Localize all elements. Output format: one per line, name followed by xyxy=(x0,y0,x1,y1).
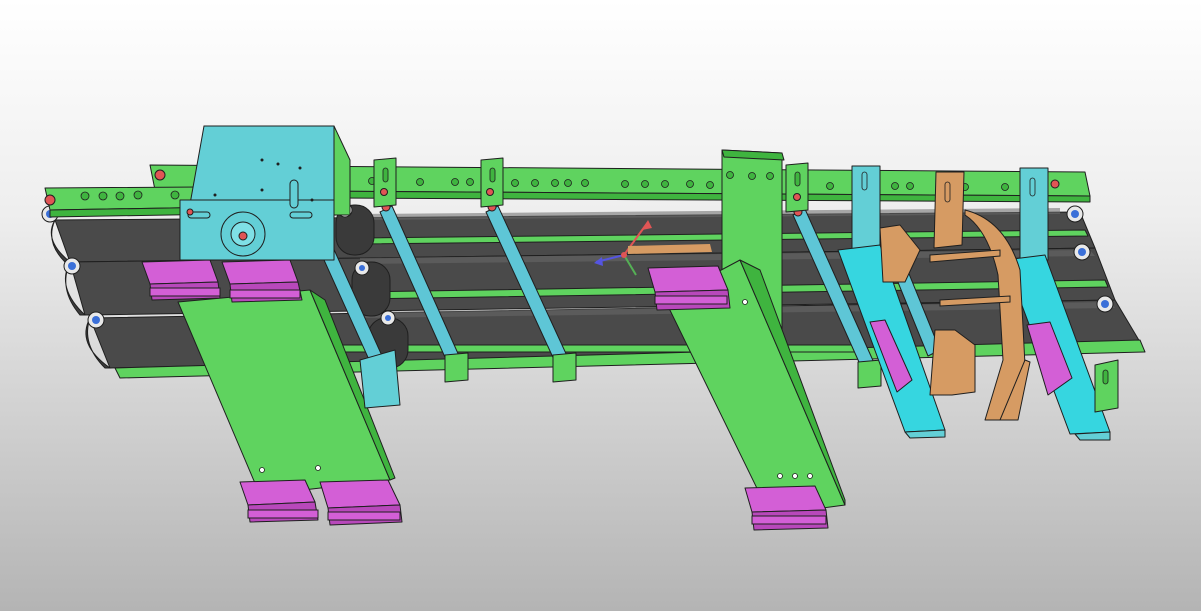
foot-block-3[interactable] xyxy=(239,479,319,523)
foot-block-1[interactable] xyxy=(141,259,221,301)
drive-motor-plate[interactable] xyxy=(179,125,351,261)
foot-block-4[interactable] xyxy=(319,479,403,526)
cad-3d-viewport[interactable] xyxy=(0,0,1201,611)
motor-flange xyxy=(220,211,266,257)
foot-block-5[interactable] xyxy=(647,265,731,311)
foot-block-2[interactable] xyxy=(221,259,303,303)
conveyor-assembly-model[interactable] xyxy=(0,0,1201,611)
foot-block-6[interactable] xyxy=(744,485,829,531)
